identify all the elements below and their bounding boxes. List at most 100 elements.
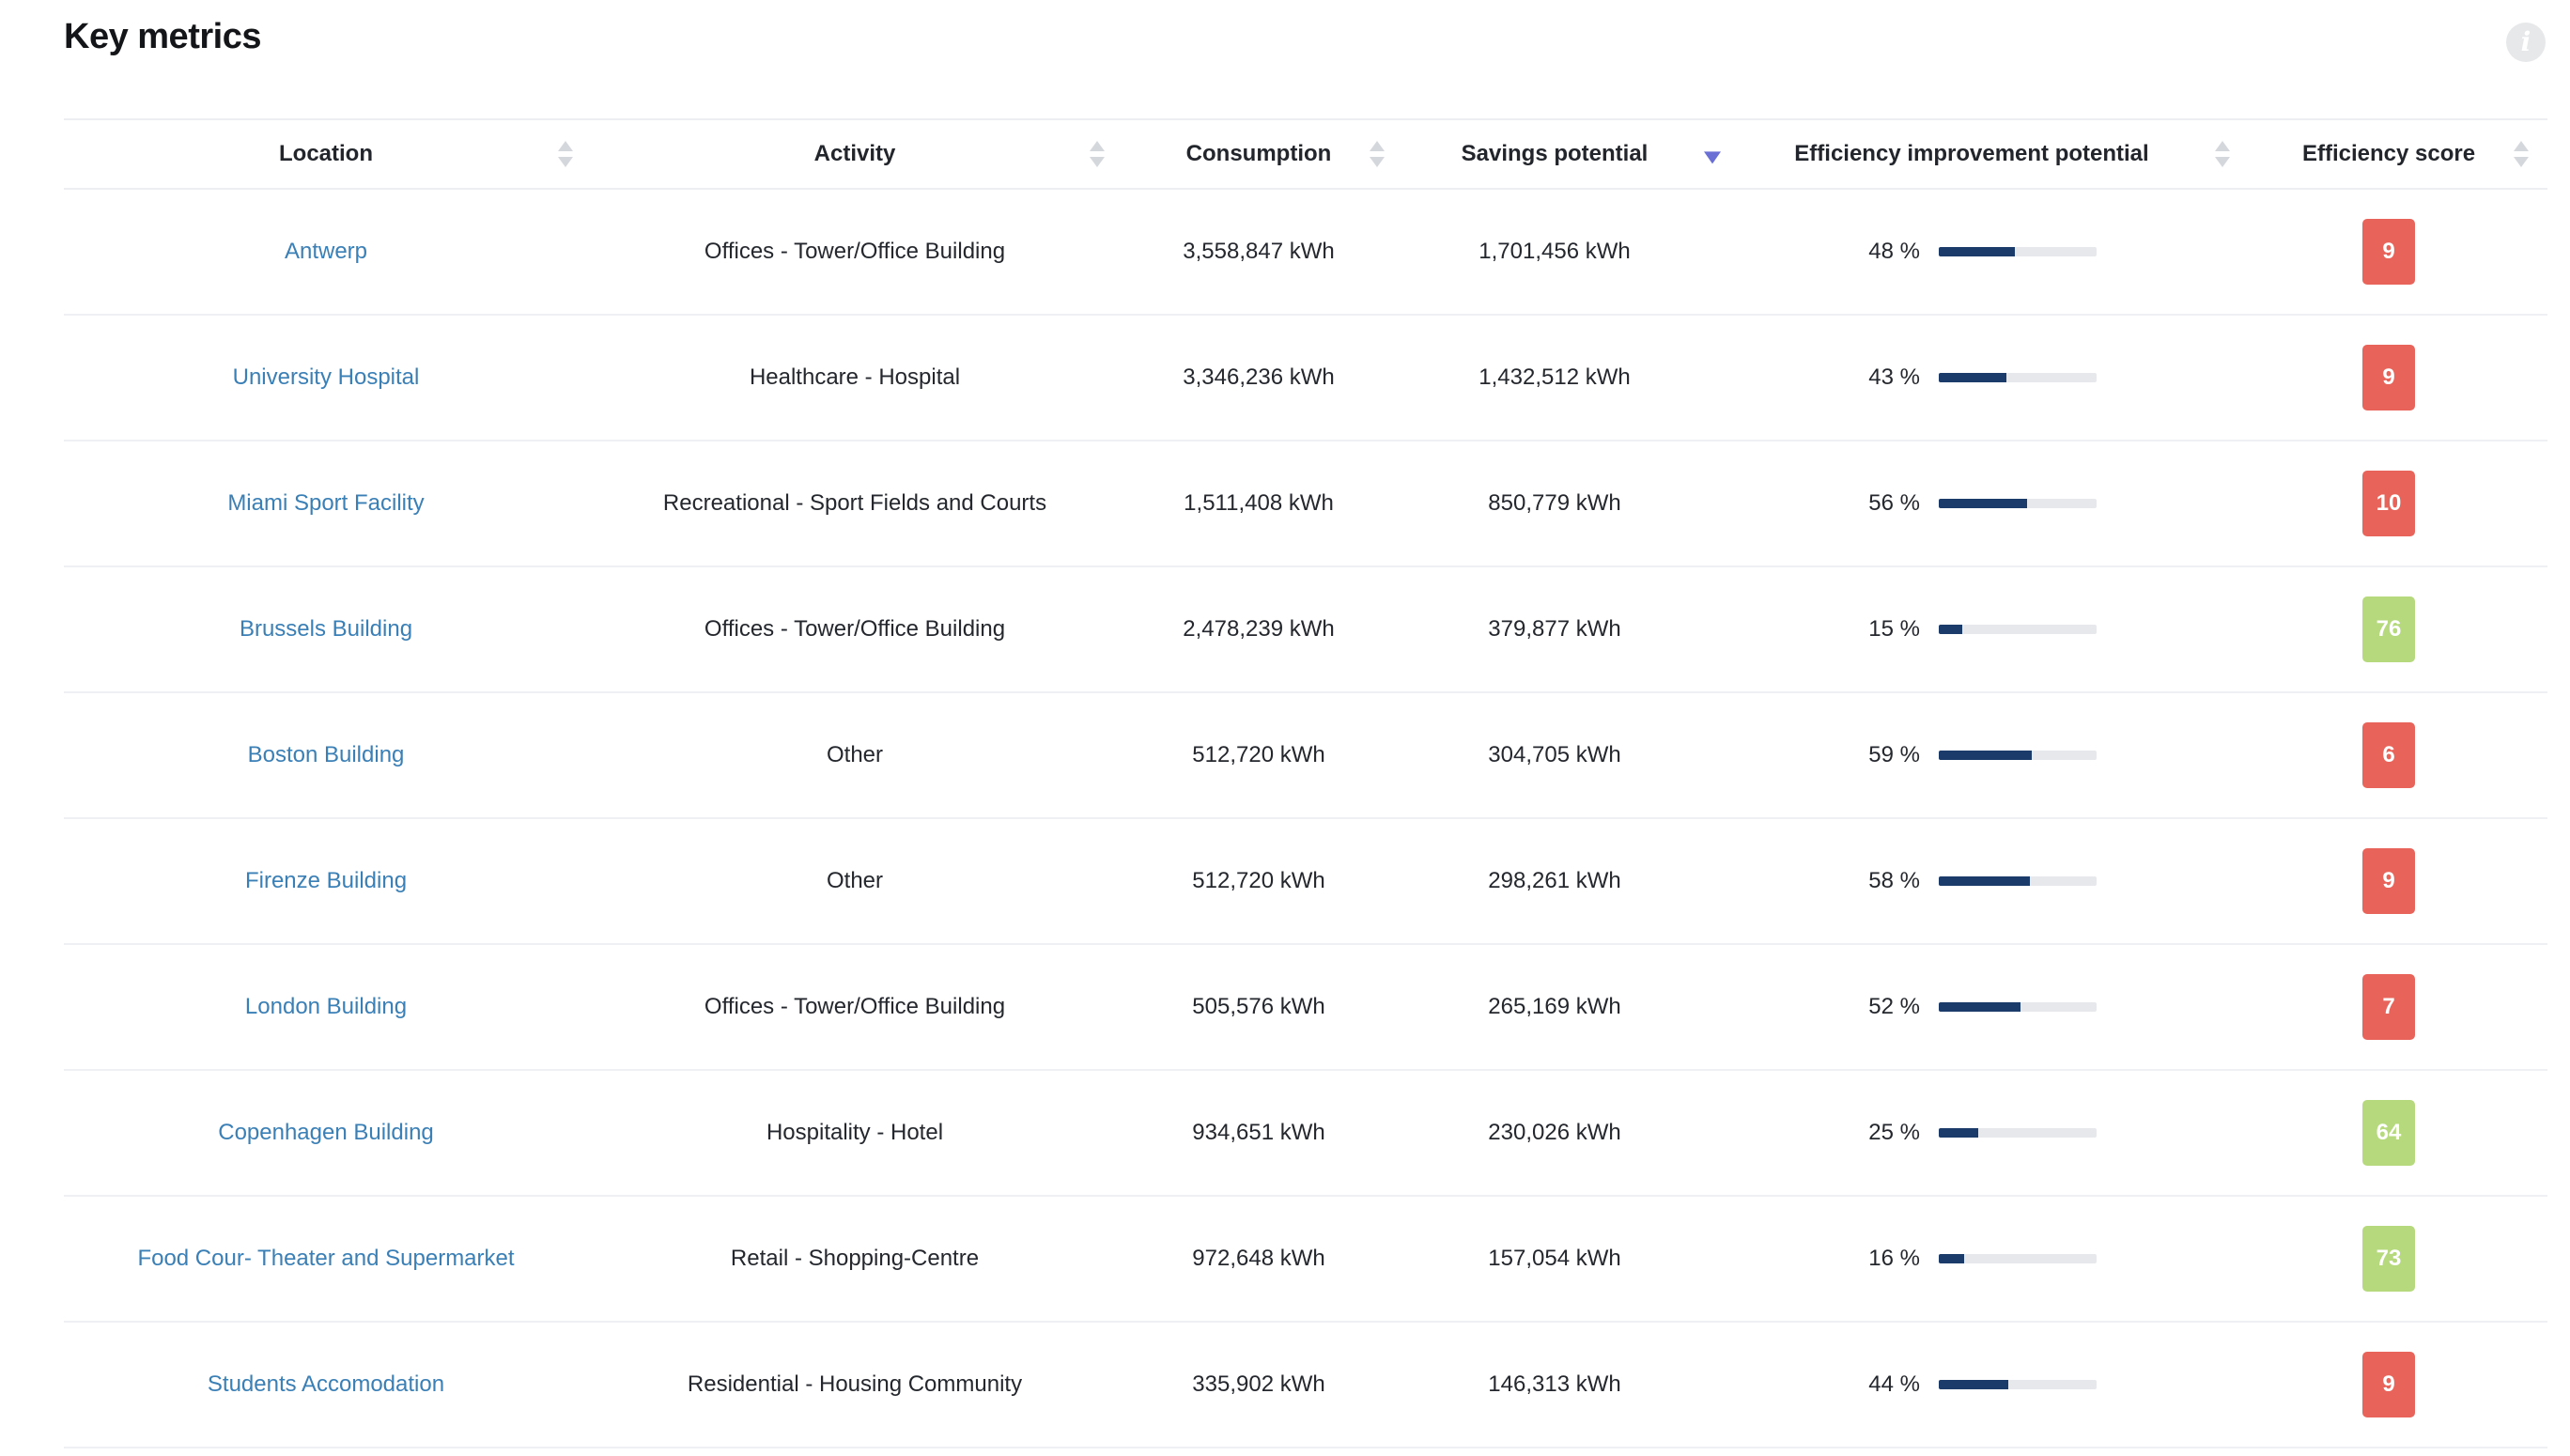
location-link[interactable]: London Building bbox=[245, 994, 407, 1020]
location-link[interactable]: Copenhagen Building bbox=[218, 1120, 434, 1146]
efficiency-percent: 52 % bbox=[1868, 994, 1920, 1019]
efficiency-indicator: 48 % bbox=[1847, 239, 2097, 265]
efficiency-score-badge: 9 bbox=[2362, 219, 2415, 285]
table-row: Brussels Building Offices - Tower/Office… bbox=[64, 567, 2547, 693]
efficiency-cell: 48 % bbox=[1713, 190, 2230, 314]
savings-cell: 298,261 kWh bbox=[1488, 868, 1621, 893]
page-title: Key metrics bbox=[64, 17, 261, 56]
savings-cell: 230,026 kWh bbox=[1488, 1120, 1621, 1145]
table-row: Copenhagen Building Hospitality - Hotel … bbox=[64, 1071, 2547, 1197]
efficiency-score-badge: 76 bbox=[2362, 596, 2415, 662]
table-row: Students Accomodation Residential - Hous… bbox=[64, 1323, 2547, 1448]
column-header-savings-potential[interactable]: Savings potential bbox=[1396, 120, 1721, 188]
efficiency-percent: 44 % bbox=[1868, 1371, 1920, 1397]
location-cell: Firenze Building bbox=[64, 819, 588, 943]
column-label: Efficiency score bbox=[2301, 141, 2476, 166]
consumption-cell: 512,720 kWh bbox=[1192, 742, 1325, 767]
score-cell: 64 bbox=[2230, 1071, 2547, 1195]
efficiency-score-badge: 64 bbox=[2362, 1100, 2415, 1166]
column-header-activity[interactable]: Activity bbox=[588, 120, 1122, 188]
efficiency-cell: 16 % bbox=[1713, 1197, 2230, 1321]
efficiency-bar-track bbox=[1939, 499, 2097, 508]
score-cell: 9 bbox=[2230, 1323, 2547, 1447]
activity-cell: Offices - Tower/Office Building bbox=[704, 239, 1006, 264]
column-label: Savings potential bbox=[1461, 141, 1649, 166]
efficiency-bar-track bbox=[1939, 1254, 2097, 1263]
table-row: Firenze Building Other 512,720 kWh 298,2… bbox=[64, 819, 2547, 945]
efficiency-indicator: 43 % bbox=[1847, 364, 2097, 391]
sort-icon[interactable] bbox=[1090, 141, 1105, 167]
consumption-cell: 512,720 kWh bbox=[1192, 868, 1325, 893]
efficiency-cell: 56 % bbox=[1713, 441, 2230, 565]
column-header-efficiency-improvement[interactable]: Efficiency improvement potential bbox=[1713, 120, 2230, 188]
efficiency-percent: 25 % bbox=[1868, 1120, 1920, 1145]
efficiency-indicator: 25 % bbox=[1847, 1120, 2097, 1146]
location-link[interactable]: Food Cour- Theater and Supermarket bbox=[137, 1246, 514, 1272]
column-label: Location bbox=[279, 141, 373, 166]
info-icon[interactable]: i bbox=[2506, 23, 2546, 62]
activity-cell: Healthcare - Hospital bbox=[749, 364, 961, 390]
efficiency-bar-fill bbox=[1939, 247, 2015, 256]
consumption-cell: 934,651 kWh bbox=[1192, 1120, 1325, 1145]
efficiency-bar-track bbox=[1939, 1380, 2097, 1389]
savings-cell: 304,705 kWh bbox=[1488, 742, 1621, 767]
score-cell: 9 bbox=[2230, 819, 2547, 943]
location-cell: Students Accomodation bbox=[64, 1323, 588, 1447]
efficiency-percent: 56 % bbox=[1868, 490, 1920, 516]
location-link[interactable]: Brussels Building bbox=[240, 616, 412, 643]
score-cell: 10 bbox=[2230, 441, 2547, 565]
efficiency-cell: 43 % bbox=[1713, 316, 2230, 440]
location-link[interactable]: Antwerp bbox=[285, 239, 367, 265]
efficiency-score-badge: 9 bbox=[2362, 345, 2415, 410]
score-cell: 73 bbox=[2230, 1197, 2547, 1321]
score-cell: 9 bbox=[2230, 316, 2547, 440]
savings-cell: 146,313 kWh bbox=[1488, 1371, 1621, 1397]
column-label: Activity bbox=[813, 141, 896, 166]
activity-cell: Offices - Tower/Office Building bbox=[704, 616, 1006, 642]
efficiency-indicator: 15 % bbox=[1847, 616, 2097, 643]
efficiency-cell: 52 % bbox=[1713, 945, 2230, 1069]
location-link[interactable]: Firenze Building bbox=[245, 868, 407, 894]
efficiency-bar-fill bbox=[1939, 1002, 2021, 1012]
efficiency-score-badge: 9 bbox=[2362, 1352, 2415, 1417]
table-row: Food Cour- Theater and Supermarket Retai… bbox=[64, 1197, 2547, 1323]
efficiency-bar-track bbox=[1939, 1002, 2097, 1012]
location-link[interactable]: Miami Sport Facility bbox=[227, 490, 424, 517]
column-header-consumption[interactable]: Consumption bbox=[1122, 120, 1396, 188]
savings-cell: 1,701,456 kWh bbox=[1479, 239, 1631, 264]
sort-icon[interactable] bbox=[1370, 141, 1385, 167]
efficiency-percent: 58 % bbox=[1868, 868, 1920, 893]
efficiency-score-badge: 73 bbox=[2362, 1226, 2415, 1292]
location-cell: Food Cour- Theater and Supermarket bbox=[64, 1197, 588, 1321]
efficiency-percent: 15 % bbox=[1868, 616, 1920, 642]
table-header: Location Activity Consumption Savings po… bbox=[64, 118, 2547, 190]
efficiency-bar-track bbox=[1939, 247, 2097, 256]
location-link[interactable]: Boston Building bbox=[248, 742, 405, 768]
efficiency-percent: 16 % bbox=[1868, 1246, 1920, 1271]
savings-cell: 1,432,512 kWh bbox=[1479, 364, 1631, 390]
location-link[interactable]: University Hospital bbox=[233, 364, 420, 391]
activity-cell: Other bbox=[826, 868, 884, 893]
activity-cell: Residential - Housing Community bbox=[687, 1371, 1023, 1397]
efficiency-indicator: 16 % bbox=[1847, 1246, 2097, 1272]
table-body: Antwerp Offices - Tower/Office Building … bbox=[64, 190, 2547, 1448]
efficiency-bar-track bbox=[1939, 1128, 2097, 1138]
location-cell: Miami Sport Facility bbox=[64, 441, 588, 565]
score-cell: 6 bbox=[2230, 693, 2547, 817]
efficiency-bar-fill bbox=[1939, 876, 2031, 886]
consumption-cell: 505,576 kWh bbox=[1192, 994, 1325, 1019]
sort-icon[interactable] bbox=[2514, 141, 2529, 167]
efficiency-score-badge: 7 bbox=[2362, 974, 2415, 1040]
sort-icon[interactable] bbox=[2215, 141, 2230, 167]
efficiency-bar-fill bbox=[1939, 625, 1963, 634]
activity-cell: Retail - Shopping-Centre bbox=[730, 1246, 980, 1271]
consumption-cell: 2,478,239 kWh bbox=[1183, 616, 1335, 642]
location-cell: Copenhagen Building bbox=[64, 1071, 588, 1195]
sort-icon[interactable] bbox=[558, 141, 573, 167]
location-link[interactable]: Students Accomodation bbox=[208, 1371, 444, 1398]
efficiency-cell: 58 % bbox=[1713, 819, 2230, 943]
savings-cell: 850,779 kWh bbox=[1488, 490, 1621, 516]
column-header-efficiency-score[interactable]: Efficiency score bbox=[2230, 120, 2547, 188]
column-header-location[interactable]: Location bbox=[64, 120, 588, 188]
efficiency-indicator: 59 % bbox=[1847, 742, 2097, 768]
